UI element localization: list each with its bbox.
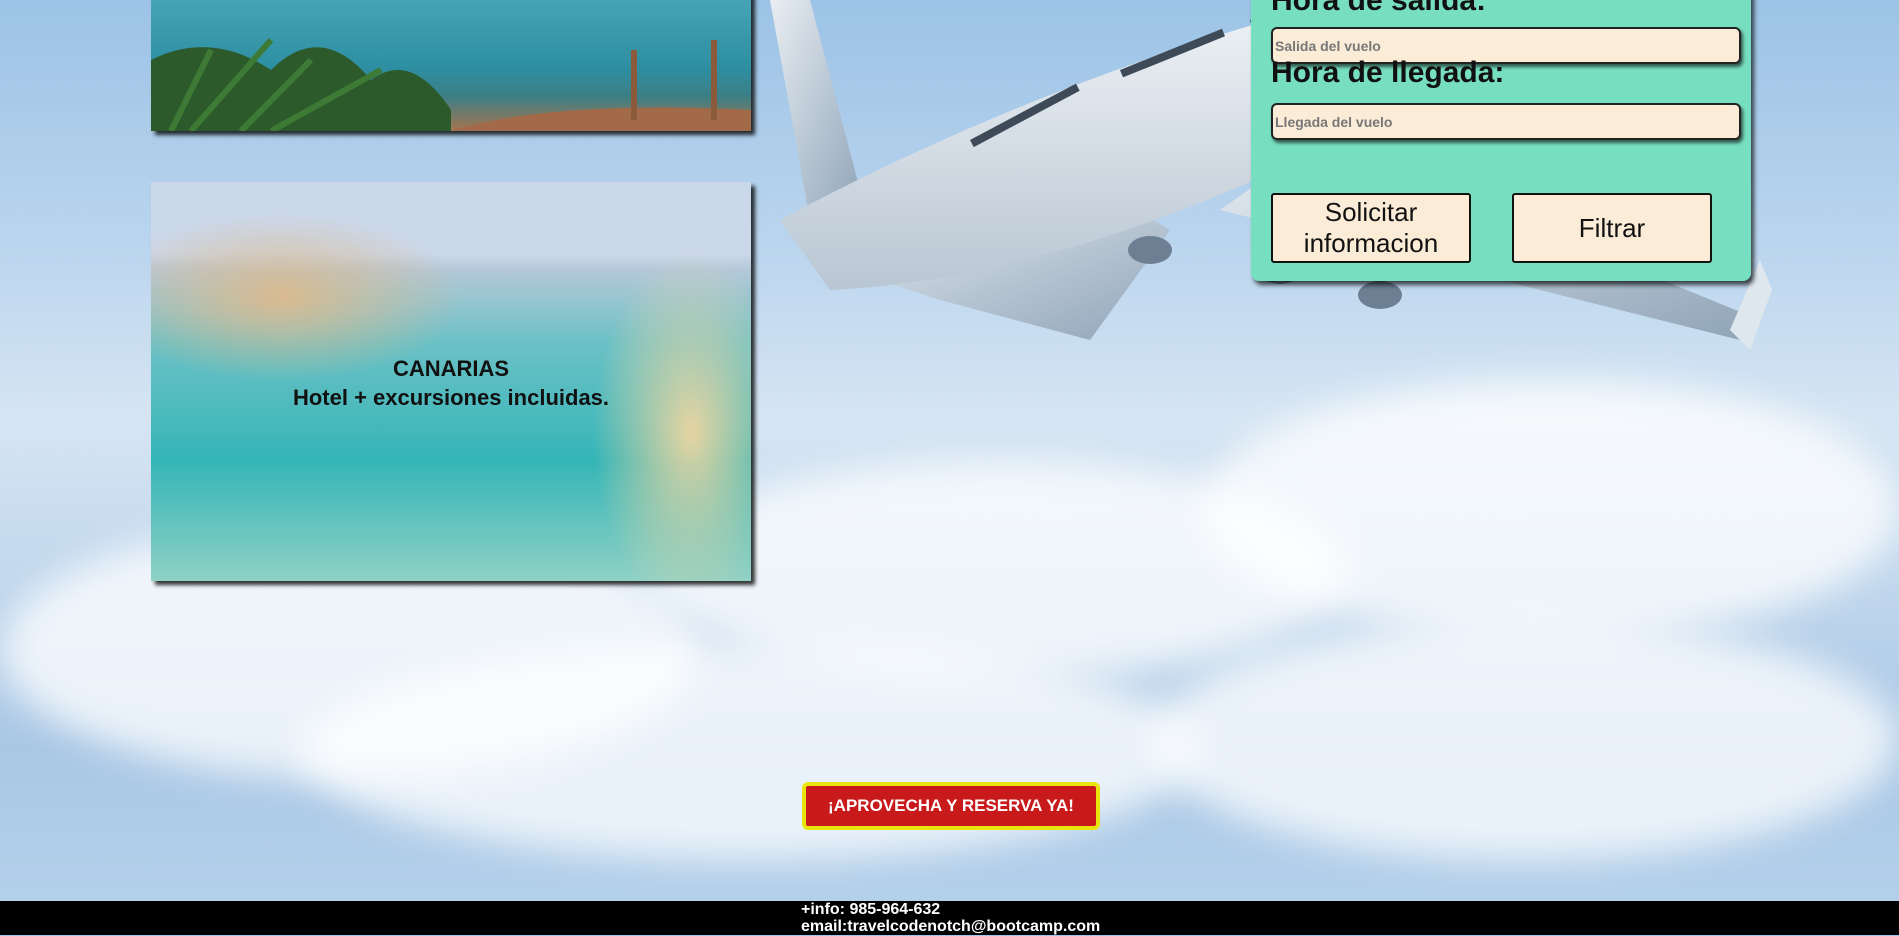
book-now-button[interactable]: ¡APROVECHA Y RESERVA YA! <box>802 782 1100 830</box>
card-caption: CANARIAS Hotel + excursiones incluidas. <box>151 354 751 412</box>
beach-photo <box>151 38 751 131</box>
departure-label: Hora de salida: <box>1271 0 1487 17</box>
footer-phone: +info: 985-964-632 <box>801 901 941 918</box>
arrival-label: Hora de llegada: <box>1271 56 1505 89</box>
footer-email: email:travelcodenotch@bootcamp.com <box>801 918 1101 935</box>
card-subtitle: Hotel + excursiones incluidas. <box>292 385 610 410</box>
filter-button[interactable]: Filtrar <box>1512 193 1712 263</box>
card-title: CANARIAS <box>392 356 510 381</box>
footer: +info: 985-964-632 email:travelcodenotch… <box>0 901 1899 935</box>
destination-card-canarias[interactable]: CANARIAS Hotel + excursiones incluidas. <box>151 182 751 581</box>
arrival-input[interactable] <box>1271 103 1741 140</box>
destination-card-beach[interactable] <box>151 0 751 131</box>
flight-form-panel: Hora de salida: Hora de llegada: Solicit… <box>1251 0 1751 281</box>
request-info-button[interactable]: Solicitar informacion <box>1271 193 1471 263</box>
